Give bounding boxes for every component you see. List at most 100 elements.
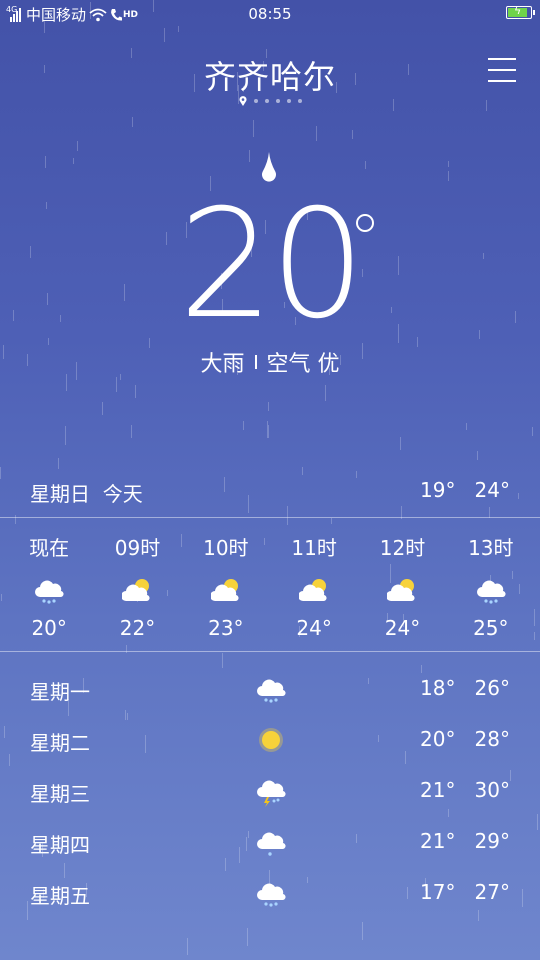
rain-streak [268, 425, 269, 438]
day-range: 18° 26° [420, 676, 510, 700]
rain-streak [356, 471, 357, 478]
air-quality[interactable]: 空气 优 [267, 346, 340, 378]
rain-streak [477, 451, 478, 460]
rain-streak [132, 117, 133, 127]
rain-streak [316, 126, 317, 141]
rain-streak [249, 150, 250, 162]
light-rain-cloud-icon [255, 825, 287, 859]
location-pin-icon [239, 96, 246, 106]
page-dot[interactable] [275, 99, 280, 103]
charging-icon: ϟ [514, 4, 522, 17]
hour-temp: 20° [31, 616, 67, 640]
current-temperature: 20 [178, 178, 366, 352]
hour-time: 10时 [203, 536, 249, 560]
day-row[interactable]: 星期五 17° 27° [30, 876, 510, 927]
rain-cloud-icon [255, 876, 287, 910]
divider-top [0, 517, 540, 518]
rain-streak [135, 385, 136, 398]
hour-time: 09时 [114, 536, 161, 560]
hour-item: 13时 25° [447, 532, 535, 640]
rain-cloud-icon [5, 568, 93, 612]
rain-streak [448, 171, 449, 181]
rain-streak [222, 653, 223, 668]
day-name: 星期一 [30, 680, 90, 704]
hour-temp: 22° [119, 616, 156, 640]
sun-icon [255, 723, 287, 757]
today-range: 19° 24° [420, 478, 510, 502]
day-range: 21° 30° [420, 778, 510, 802]
rain-streak [287, 506, 288, 525]
page-dot[interactable] [253, 99, 258, 103]
today-summary: 星期日 今天 19° 24° [30, 478, 510, 506]
rain-streak [352, 130, 353, 139]
page-indicator [0, 96, 540, 106]
today-label: 星期日 今天 [30, 482, 143, 506]
hour-time: 13时 [468, 536, 514, 560]
page-dot[interactable] [264, 99, 269, 103]
separator [254, 355, 257, 369]
page-dot[interactable] [286, 99, 291, 103]
rain-streak [45, 156, 46, 168]
day-row[interactable]: 星期三 21° 30° [30, 774, 510, 825]
page-dot[interactable] [297, 99, 302, 103]
rain-streak [448, 161, 449, 167]
rain-streak [247, 928, 248, 946]
rain-streak [331, 518, 332, 524]
hourly-forecast[interactable]: 现在 20° 09时 22° 10时 23° 11时 24° 12时 24° 1… [5, 532, 535, 640]
day-row[interactable]: 星期一 18° 26° [30, 672, 510, 723]
status-time: 08:55 [248, 5, 292, 23]
rain-streak [253, 120, 254, 137]
battery-icon: ϟ [506, 4, 535, 19]
hour-temp: 24° [384, 616, 421, 640]
day-name: 星期三 [30, 782, 90, 806]
rain-streak [116, 377, 117, 392]
hour-item: 12时 24° [358, 532, 446, 640]
day-row[interactable]: 星期四 21° 29° [30, 825, 510, 876]
rain-streak [510, 770, 511, 781]
rain-streak [131, 425, 132, 438]
hour-temp: 25° [473, 616, 509, 640]
hour-time: 11时 [291, 536, 337, 560]
rain-streak [518, 493, 519, 499]
rain-streak [268, 402, 269, 411]
hour-item: 现在 20° [5, 532, 93, 640]
rain-streak [365, 161, 366, 169]
rain-streak [400, 437, 401, 450]
rain-cloud-icon [447, 568, 535, 612]
partly-cloudy-icon [182, 568, 270, 612]
city-name[interactable]: 齐齐哈尔 [0, 52, 540, 98]
rain-streak [1, 594, 2, 601]
rain-streak [164, 28, 165, 42]
rain-streak [0, 467, 1, 479]
rain-streak [187, 938, 188, 955]
divider-bottom [0, 651, 540, 652]
rain-streak [77, 141, 78, 151]
rain-streak [102, 402, 103, 415]
rain-streak [267, 421, 268, 438]
rain-streak [532, 427, 533, 436]
day-range: 20° 28° [420, 727, 510, 751]
rain-streak [325, 385, 326, 401]
rain-streak [27, 901, 28, 920]
day-name: 星期二 [30, 731, 90, 755]
day-range: 17° 27° [420, 880, 510, 904]
rain-streak [243, 421, 244, 430]
day-row[interactable]: 星期二 20° 28° [30, 723, 510, 774]
partly-cloudy-icon [270, 568, 358, 612]
partly-cloudy-icon [93, 568, 181, 612]
menu-button[interactable] [488, 58, 516, 82]
hour-item: 10时 23° [182, 532, 270, 640]
day-name: 星期五 [30, 884, 90, 908]
rain-cloud-icon [255, 672, 287, 706]
hour-time: 12时 [379, 536, 426, 560]
current-conditions: 大雨 空气 优 [0, 346, 540, 378]
rain-streak [522, 889, 523, 907]
rain-streak [58, 458, 59, 469]
degree-symbol [356, 214, 374, 232]
weather-condition: 大雨 [200, 352, 245, 377]
day-range: 21° 29° [420, 829, 510, 853]
hour-temp: 23° [208, 616, 244, 640]
status-bar: 4G 中国移动 HD 08:55 ϟ [0, 0, 540, 28]
hour-temp: 24° [296, 616, 332, 640]
rain-streak [537, 814, 538, 830]
